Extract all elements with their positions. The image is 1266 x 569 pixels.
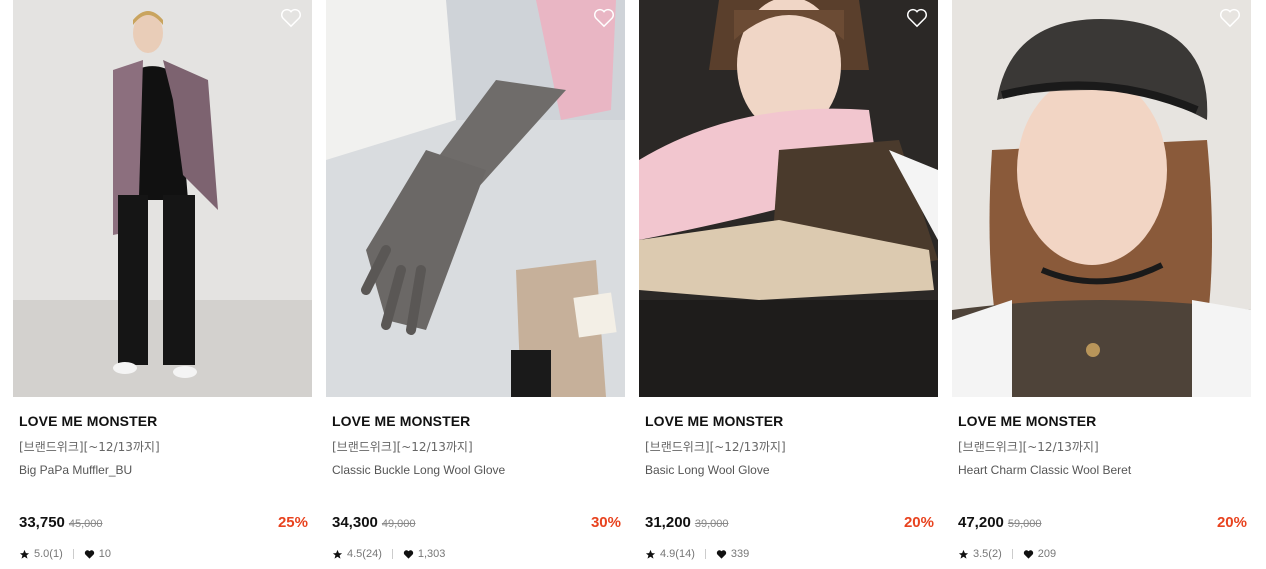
product-image[interactable] bbox=[639, 0, 938, 397]
discount-rate: 20% bbox=[1216, 514, 1247, 531]
wishlist-heart-icon[interactable] bbox=[280, 8, 302, 28]
star-icon bbox=[958, 549, 969, 559]
likes-count: 339 bbox=[730, 548, 750, 560]
discount-rate: 30% bbox=[590, 514, 621, 531]
likes-count: 1,303 bbox=[417, 548, 446, 560]
rating-text: 5.0(1) bbox=[34, 548, 63, 560]
sale-price: 34,300 bbox=[332, 514, 378, 531]
divider bbox=[704, 549, 706, 559]
likes-count: 209 bbox=[1037, 548, 1057, 560]
product-photo-muffler bbox=[13, 0, 312, 397]
product-name[interactable]: Big PaPa Muffler_BU bbox=[19, 463, 132, 477]
product-name[interactable]: Heart Charm Classic Wool Beret bbox=[958, 463, 1131, 477]
heart-filled-icon bbox=[403, 549, 414, 559]
original-price: 45,000 bbox=[68, 518, 103, 530]
product-photo-beret bbox=[952, 0, 1251, 397]
wishlist-heart-icon[interactable] bbox=[906, 8, 928, 28]
star-icon bbox=[645, 549, 656, 559]
heart-filled-icon bbox=[84, 549, 94, 559]
price: 47,200 59,000 bbox=[958, 514, 1042, 531]
divider bbox=[72, 549, 74, 559]
rating-text: 4.9(14) bbox=[660, 548, 695, 560]
star-icon bbox=[19, 549, 30, 559]
product-photo-glove bbox=[326, 0, 625, 397]
discount-rate: 25% bbox=[277, 514, 308, 531]
brand-name[interactable]: LOVE ME MONSTER bbox=[332, 413, 470, 429]
rating-text: 3.5(2) bbox=[973, 548, 1002, 560]
original-price: 59,000 bbox=[1007, 518, 1042, 530]
wishlist-heart-icon[interactable] bbox=[1219, 8, 1241, 28]
sale-price: 31,200 bbox=[645, 514, 691, 531]
product-grid: LOVE ME MONSTER [브랜드위크][~12/13까지] Big Pa… bbox=[0, 0, 1266, 569]
brand-name[interactable]: LOVE ME MONSTER bbox=[958, 413, 1096, 429]
brand-name[interactable]: LOVE ME MONSTER bbox=[19, 413, 157, 429]
rating-text: 4.5(24) bbox=[347, 548, 382, 560]
star-icon bbox=[332, 549, 343, 559]
heart-filled-icon bbox=[1023, 549, 1033, 559]
product-image[interactable] bbox=[326, 0, 625, 397]
product-name[interactable]: Basic Long Wool Glove bbox=[645, 463, 770, 477]
heart-filled-icon bbox=[716, 549, 727, 559]
promo-label: [브랜드위크][~12/13까지] bbox=[958, 440, 1099, 454]
product-image[interactable] bbox=[952, 0, 1251, 397]
product-meta: 4.9(14) 339 bbox=[645, 548, 749, 560]
promo-label: [브랜드위크][~12/13까지] bbox=[19, 440, 160, 454]
discount-rate: 20% bbox=[903, 514, 934, 531]
price: 33,750 45,000 bbox=[19, 514, 103, 531]
original-price: 39,000 bbox=[694, 518, 729, 530]
sale-price: 47,200 bbox=[958, 514, 1004, 531]
divider bbox=[1011, 549, 1013, 559]
product-meta: 3.5(2) 209 bbox=[958, 548, 1056, 560]
promo-label: [브랜드위크][~12/13까지] bbox=[645, 440, 786, 454]
product-name[interactable]: Classic Buckle Long Wool Glove bbox=[332, 463, 505, 477]
price: 34,300 49,000 bbox=[332, 514, 416, 531]
sale-price: 33,750 bbox=[19, 514, 65, 531]
product-card[interactable]: LOVE ME MONSTER [브랜드위크][~12/13까지] Big Pa… bbox=[13, 0, 312, 569]
product-image[interactable] bbox=[13, 0, 312, 397]
product-meta: 5.0(1) 10 bbox=[19, 548, 111, 560]
promo-label: [브랜드위크][~12/13까지] bbox=[332, 440, 473, 454]
product-meta: 4.5(24) 1,303 bbox=[332, 548, 445, 560]
original-price: 49,000 bbox=[381, 518, 416, 530]
divider bbox=[391, 549, 393, 559]
product-card[interactable]: LOVE ME MONSTER [브랜드위크][~12/13까지] Basic … bbox=[639, 0, 938, 569]
product-card[interactable]: LOVE ME MONSTER [브랜드위크][~12/13까지] Heart … bbox=[952, 0, 1251, 569]
brand-name[interactable]: LOVE ME MONSTER bbox=[645, 413, 783, 429]
likes-count: 10 bbox=[98, 548, 111, 560]
product-photo-wool-glove bbox=[639, 0, 938, 397]
product-card[interactable]: LOVE ME MONSTER [브랜드위크][~12/13까지] Classi… bbox=[326, 0, 625, 569]
price: 31,200 39,000 bbox=[645, 514, 729, 531]
wishlist-heart-icon[interactable] bbox=[593, 8, 615, 28]
